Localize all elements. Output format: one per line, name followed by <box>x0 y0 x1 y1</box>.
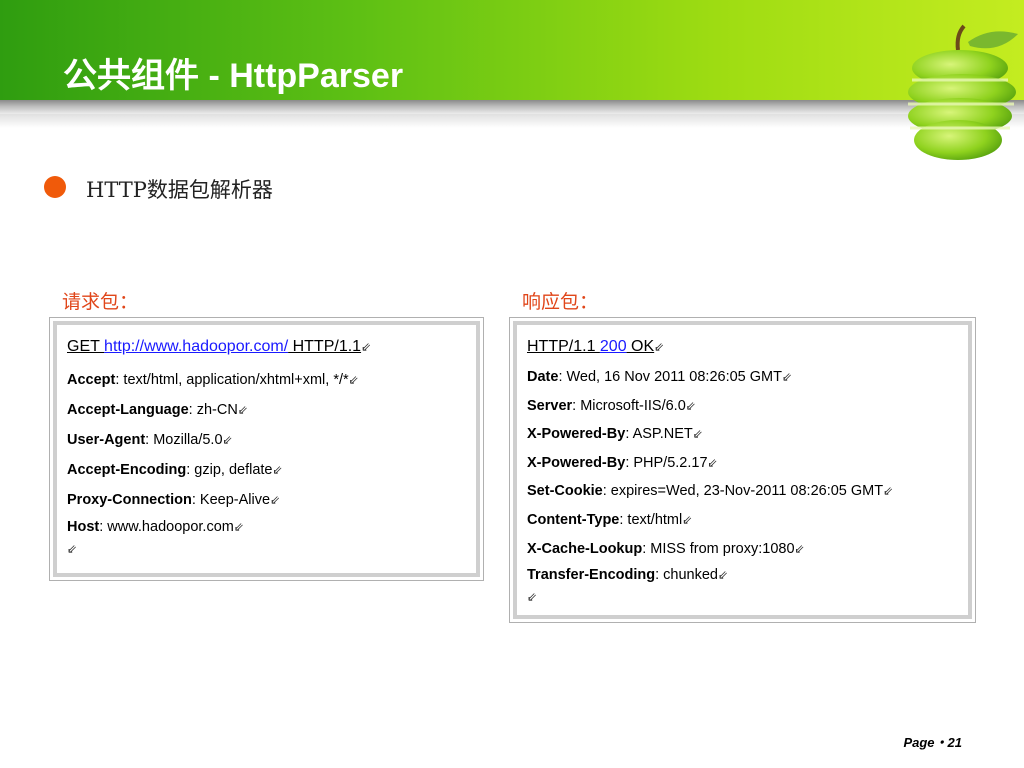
header-value: : ASP.NET <box>625 426 693 443</box>
return-icon: ⇙ <box>654 340 665 354</box>
response-lines: HTTP/1.1 200 OK⇙ Date: Wed, 16 Nov 2011 … <box>527 333 893 607</box>
return-icon: ⇙ <box>270 493 281 507</box>
header-name: X-Cache-Lookup <box>527 540 643 557</box>
header-name: Content-Type <box>527 511 620 528</box>
response-header-row: Server: Microsoft-IIS/6.0⇙ <box>527 392 893 421</box>
request-protocol: HTTP/1.1 <box>288 338 362 355</box>
return-icon: ⇙ <box>682 512 693 527</box>
response-header-row: Set-Cookie: expires=Wed, 23-Nov-2011 08:… <box>527 477 893 506</box>
bullet-text: HTTP数据包解析器 <box>86 178 273 202</box>
request-blank-row: ⇙ <box>67 539 371 559</box>
green-apple-icon <box>908 24 1018 160</box>
header-value: : Keep-Alive <box>191 492 271 508</box>
return-icon: ⇙ <box>685 398 696 413</box>
response-header-row: Date: Wed, 16 Nov 2011 08:26:05 GMT⇙ <box>527 363 893 392</box>
return-icon: ⇙ <box>233 520 244 534</box>
request-header-row: Accept: text/html, application/xhtml+xml… <box>67 365 371 395</box>
response-header-row: X-Powered-By: ASP.NET⇙ <box>527 420 893 449</box>
response-box: HTTP/1.1 200 OK⇙ Date: Wed, 16 Nov 2011 … <box>509 317 976 623</box>
return-icon: ⇙ <box>67 542 78 556</box>
request-header-row: Accept-Language: zh-CN⇙ <box>67 395 371 425</box>
header-name: Accept-Encoding <box>67 462 187 478</box>
header-name: Host <box>67 519 100 535</box>
response-header-row: X-Powered-By: PHP/5.2.17⇙ <box>527 449 893 478</box>
request-method: GET <box>67 338 105 355</box>
request-box: GET http://www.hadoopor.com/ HTTP/1.1⇙ A… <box>49 317 484 581</box>
page-number: Page・21 <box>903 735 962 750</box>
header-shadow-fade <box>0 114 1024 128</box>
header-value: : PHP/5.2.17 <box>625 454 708 471</box>
header-name: User-Agent <box>67 432 146 448</box>
header-value: : text/html, application/xhtml+xml, */* <box>115 372 349 388</box>
return-icon: ⇙ <box>781 370 793 384</box>
request-url-link[interactable]: http://www.hadoopor.com/ <box>104 338 288 355</box>
header-value: : chunked <box>655 567 718 584</box>
header-value: : www.hadoopor.com <box>99 519 234 535</box>
header-name: X-Powered-By <box>527 454 626 471</box>
return-icon: ⇙ <box>707 455 718 470</box>
return-icon: ⇙ <box>527 590 538 605</box>
response-label: 响应包： <box>522 292 599 313</box>
header-name: Transfer-Encoding <box>527 567 656 584</box>
header-value: : MISS from proxy:1080 <box>642 540 795 557</box>
header-value: : gzip, deflate <box>186 462 273 478</box>
header-name: Accept <box>67 372 116 388</box>
response-header-row: X-Cache-Lookup: MISS from proxy:1080⇙ <box>527 535 893 564</box>
return-icon: ⇙ <box>237 403 248 417</box>
status-line: HTTP/1.1 200 OK⇙ <box>527 333 893 363</box>
response-header-row: Content-Type: text/html⇙ <box>527 506 893 535</box>
header-value: : text/html <box>619 511 683 528</box>
request-header-row: Host: www.hadoopor.com⇙ <box>67 515 371 539</box>
request-header-row: Accept-Encoding: gzip, deflate⇙ <box>67 455 371 485</box>
header-name: Proxy-Connection <box>67 492 192 508</box>
status-code: 200 <box>599 338 627 355</box>
request-lines: GET http://www.hadoopor.com/ HTTP/1.1⇙ A… <box>67 333 371 559</box>
return-icon: ⇙ <box>348 373 359 387</box>
header-value: : Mozilla/5.0 <box>145 432 223 448</box>
header-name: Accept-Language <box>67 402 189 418</box>
response-protocol: HTTP/1.1 <box>527 338 600 355</box>
status-text: OK <box>626 338 655 355</box>
header-value: : Microsoft-IIS/6.0 <box>572 397 686 414</box>
request-header-row: Proxy-Connection: Keep-Alive⇙ <box>67 485 371 515</box>
request-label: 请求包： <box>62 292 139 313</box>
request-box-inner: GET http://www.hadoopor.com/ HTTP/1.1⇙ A… <box>53 321 480 577</box>
bullet-dot <box>44 176 66 198</box>
header-value: : expires=Wed, 23-Nov-2011 08:26:05 GMT <box>602 483 884 500</box>
header-value: : zh-CN <box>188 402 238 418</box>
return-icon: ⇙ <box>692 427 703 442</box>
return-icon: ⇙ <box>272 463 283 477</box>
header-value: : Wed, 16 Nov 2011 08:26:05 GMT <box>558 369 782 385</box>
slide-title: 公共组件 - HttpParser <box>63 57 404 95</box>
request-header-row: User-Agent: Mozilla/5.0⇙ <box>67 425 371 455</box>
response-box-inner: HTTP/1.1 200 OK⇙ Date: Wed, 16 Nov 2011 … <box>513 321 972 619</box>
return-icon: ⇙ <box>794 541 805 556</box>
header-shadow <box>0 100 1024 114</box>
return-icon: ⇙ <box>883 484 894 499</box>
return-icon: ⇙ <box>718 568 729 583</box>
header-name: Set-Cookie <box>527 483 603 500</box>
header-name: X-Powered-By <box>527 426 626 443</box>
header-banner: 公共组件 - HttpParser <box>0 0 1024 100</box>
request-line: GET http://www.hadoopor.com/ HTTP/1.1⇙ <box>67 333 371 365</box>
response-blank-row: ⇙ <box>527 587 893 607</box>
response-header-row: Transfer-Encoding: chunked⇙ <box>527 563 893 587</box>
header-name: Server <box>527 397 573 414</box>
return-icon: ⇙ <box>361 340 372 354</box>
return-icon: ⇙ <box>222 433 233 447</box>
header-name: Date <box>527 369 559 385</box>
